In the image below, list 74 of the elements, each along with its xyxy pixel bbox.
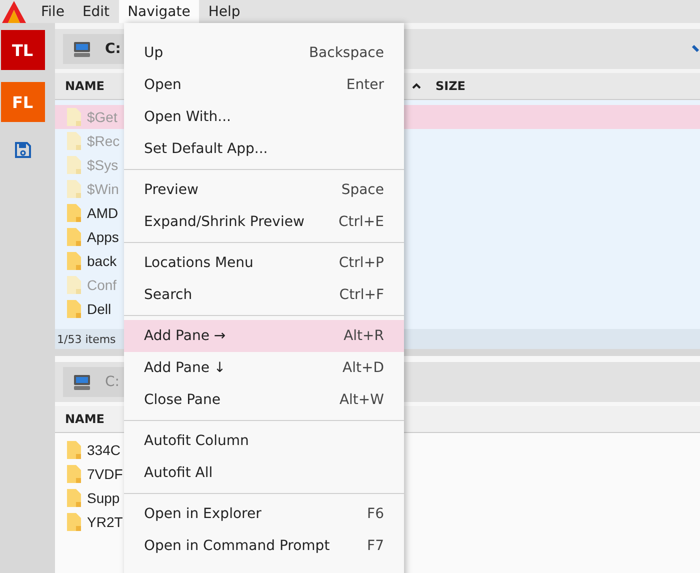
save-icon[interactable] <box>14 142 30 158</box>
file-name[interactable]: Supp <box>87 490 120 506</box>
menu-option[interactable]: Set Default App... <box>124 133 404 165</box>
logo-icon <box>2 0 26 22</box>
shortcut-text: Enter <box>346 77 384 93</box>
file-name[interactable]: Apps <box>87 229 119 245</box>
shortcut-text: Alt+W <box>339 392 384 408</box>
shortcut-text: Ctrl+E <box>338 214 384 230</box>
folder-icon <box>67 108 81 126</box>
column-header[interactable]: NAME <box>65 412 104 426</box>
folder-icon <box>67 441 81 459</box>
menu-option[interactable]: Search Ctrl+F <box>124 279 404 311</box>
file-name[interactable]: 334C <box>87 442 120 458</box>
shortcut-text: F7 <box>367 538 384 554</box>
menu-item[interactable]: Navigate <box>118 0 200 23</box>
folder-icon <box>67 156 81 174</box>
menu-option[interactable]: Open Enter <box>124 69 404 101</box>
option-label: Locations Menu <box>144 255 254 271</box>
file-name[interactable]: Dell <box>87 301 112 317</box>
menu-item[interactable]: Edit <box>73 0 119 23</box>
option-label: Up <box>144 45 164 61</box>
computer-icon <box>73 374 91 390</box>
folder-icon <box>67 465 81 483</box>
folder-icon <box>67 228 81 246</box>
menu-option[interactable]: Autofit Column <box>124 425 404 457</box>
option-label: Open in Explorer <box>144 506 262 522</box>
shortcut-text: Alt+R <box>344 328 384 344</box>
menu-option[interactable]: Locations Menu Ctrl+P <box>124 247 404 279</box>
folder-icon <box>67 180 81 198</box>
option-label: Close Pane <box>144 392 220 408</box>
computer-icon <box>73 40 91 58</box>
option-label: Open in Command Prompt <box>144 538 330 554</box>
shortcut-text: Backspace <box>308 45 384 61</box>
folder-icon <box>67 252 81 270</box>
menu-option[interactable]: Expand/Shrink Preview Ctrl+E <box>124 206 404 238</box>
menu-option[interactable]: Open With... <box>124 101 404 133</box>
folder-icon <box>67 513 81 531</box>
shortcut-text: Ctrl+P <box>338 255 384 271</box>
option-label: Preview <box>144 182 198 198</box>
menu-item[interactable]: Help <box>199 0 250 23</box>
file-name[interactable]: back <box>87 253 117 269</box>
folder-icon <box>67 276 81 294</box>
column-header[interactable]: SIZE <box>435 79 466 93</box>
file-name[interactable]: YR2T <box>87 514 123 530</box>
menu-option[interactable]: Add Pane → Alt+R <box>124 320 404 352</box>
shortcut-text: Space <box>341 182 384 198</box>
menu-option[interactable]: Autofit All <box>124 457 404 489</box>
chevron-icon[interactable] <box>692 44 700 54</box>
folder-icon <box>67 204 81 222</box>
option-label: Open With... <box>144 109 231 125</box>
shortcut-text: F6 <box>367 506 384 522</box>
column-header[interactable]: NAME <box>65 79 104 93</box>
option-label: Autofit Column <box>144 433 249 449</box>
menu-option[interactable]: Open in Command Prompt F7 <box>124 530 404 562</box>
shortcut-text: Ctrl+F <box>339 287 384 303</box>
folder-icon <box>67 132 81 150</box>
option-label: Expand/Shrink Preview <box>144 214 304 230</box>
option-label: Search <box>144 287 192 303</box>
menu-item[interactable]: File <box>32 0 74 23</box>
status-text: 1/53 items <box>57 332 116 346</box>
option-label: Add Pane → <box>144 328 226 344</box>
menu-option[interactable]: Preview Space <box>124 174 404 206</box>
option-label: Set Default App... <box>144 141 268 157</box>
file-name[interactable]: AMD <box>87 205 118 221</box>
sort-icon[interactable] <box>412 83 422 89</box>
option-label: Open <box>144 77 182 93</box>
menu-option[interactable]: Open in Explorer F6 <box>124 498 404 530</box>
pane-tag[interactable]: TL <box>0 30 44 70</box>
option-label: Autofit All <box>144 465 213 481</box>
file-name[interactable]: 7VDF <box>87 466 123 482</box>
option-label: Add Pane ↓ <box>144 360 226 376</box>
shortcut-text: Alt+D <box>342 360 384 376</box>
folder-icon <box>67 489 81 507</box>
folder-icon <box>67 300 81 318</box>
